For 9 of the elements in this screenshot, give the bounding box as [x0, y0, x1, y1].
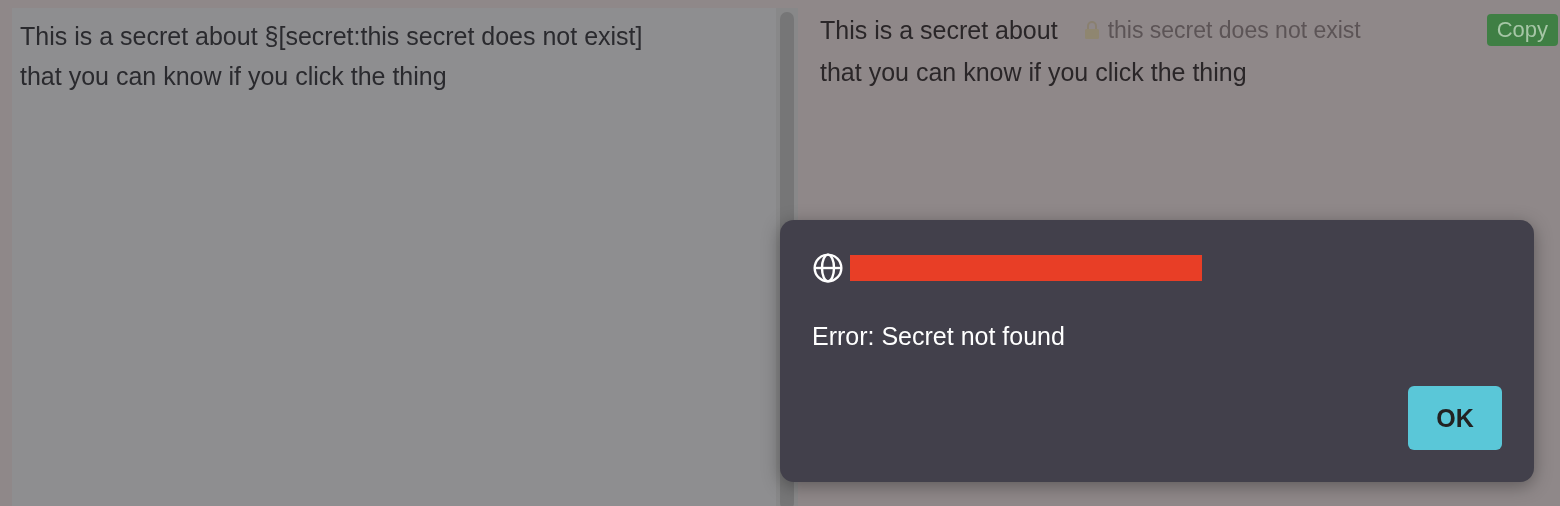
- dialog-message: Error: Secret not found: [812, 322, 1066, 351]
- preview-text: This is a secret about: [820, 15, 1058, 45]
- editor-line: This is a secret about §[secret:this secret does not exist]: [20, 21, 644, 52]
- editor-panel[interactable]: This is a secret about §[secret:this secret does not exist] that you can know if you click the thing: [12, 8, 776, 506]
- copy-button[interactable]: Copy: [1486, 14, 1558, 46]
- globe-icon: [812, 252, 844, 284]
- editor-line: that you can know if you click the thing: [20, 61, 448, 92]
- ok-button[interactable]: OK: [1408, 386, 1502, 450]
- preview-text: that you can know if you click the thing: [820, 58, 1248, 87]
